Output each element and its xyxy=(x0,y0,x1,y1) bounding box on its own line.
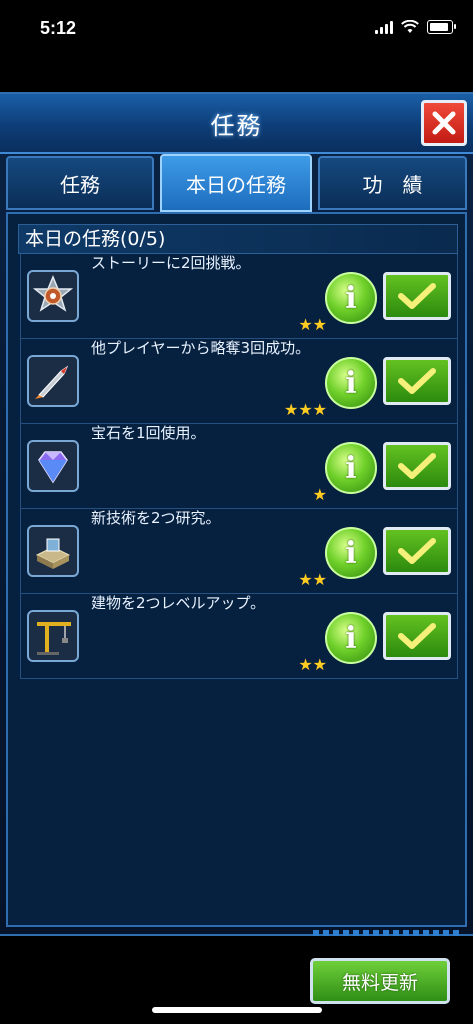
free-refresh-button[interactable]: 無料更新 xyxy=(310,958,450,1004)
mission-description: ストーリーに2回挑戦。 xyxy=(91,254,251,272)
complete-button[interactable] xyxy=(383,442,451,490)
difficulty-stars: ★★ xyxy=(298,570,327,589)
difficulty-stars: ★★★ xyxy=(283,400,327,419)
tab-missions[interactable]: 任務 xyxy=(6,156,154,210)
info-button[interactable]: i xyxy=(325,527,377,579)
gem-icon xyxy=(27,440,79,492)
mission-row: 新技術を2つ研究。 ★★ i xyxy=(20,509,458,594)
info-button[interactable]: i xyxy=(325,442,377,494)
tab-bar: 任務 本日の任務 功 績 xyxy=(0,154,473,214)
mission-description: 新技術を2つ研究。 xyxy=(91,509,221,527)
story-medal-icon xyxy=(27,270,79,322)
section-header: 本日の任務(0/5) xyxy=(18,224,458,254)
close-icon xyxy=(432,111,456,135)
tab-achievements[interactable]: 功 績 xyxy=(318,156,467,210)
difficulty-stars: ★★ xyxy=(298,315,327,334)
wifi-icon xyxy=(401,20,419,33)
checkmark-icon xyxy=(398,623,436,649)
mission-row: 宝石を1回使用。 ★ i xyxy=(20,424,458,509)
difficulty-stars: ★★ xyxy=(298,655,327,674)
tab-daily-missions[interactable]: 本日の任務 xyxy=(160,154,312,212)
mission-list: ストーリーに2回挑戦。 ★★ i 他プレイヤーから略奪3回成功。 ★★★ i 宝… xyxy=(20,254,458,679)
cellular-signal-icon xyxy=(375,20,393,34)
mission-row: ストーリーに2回挑戦。 ★★ i xyxy=(20,254,458,339)
mission-description: 他プレイヤーから略奪3回成功。 xyxy=(91,339,311,357)
complete-button[interactable] xyxy=(383,357,451,405)
decorative-stripes xyxy=(313,930,463,936)
complete-button[interactable] xyxy=(383,612,451,660)
info-button[interactable]: i xyxy=(325,272,377,324)
checkmark-icon xyxy=(398,368,436,394)
info-button[interactable]: i xyxy=(325,612,377,664)
complete-button[interactable] xyxy=(383,527,451,575)
status-icons xyxy=(375,20,456,34)
checkmark-icon xyxy=(398,283,436,309)
dialog-titlebar: 任務 xyxy=(0,94,473,154)
difficulty-stars: ★ xyxy=(312,485,327,504)
close-button[interactable] xyxy=(421,100,467,146)
daily-missions-panel: 本日の任務(0/5) ストーリーに2回挑戦。 ★★ i 他プレイヤーから略奪3回… xyxy=(6,212,467,1004)
checkmark-icon xyxy=(398,538,436,564)
battery-icon xyxy=(427,20,456,34)
mission-row: 他プレイヤーから略奪3回成功。 ★★★ i xyxy=(20,339,458,424)
checkmark-icon xyxy=(398,453,436,479)
missions-dialog: 任務 任務 本日の任務 功 績 本日の任務(0/5) ストーリーに2回挑戦。 ★… xyxy=(0,92,473,1004)
mission-description: 建物を2つレベルアップ。 xyxy=(91,594,266,612)
dialog-title: 任務 xyxy=(210,112,263,140)
status-time: 5:12 xyxy=(40,18,77,38)
crane-icon xyxy=(27,610,79,662)
status-bar: 5:12 xyxy=(0,0,473,58)
research-building-icon xyxy=(27,525,79,577)
missile-icon xyxy=(27,355,79,407)
complete-button[interactable] xyxy=(383,272,451,320)
home-indicator[interactable] xyxy=(152,1007,322,1013)
mission-description: 宝石を1回使用。 xyxy=(91,424,206,442)
mission-row: 建物を2つレベルアップ。 ★★ i xyxy=(20,594,458,679)
info-button[interactable]: i xyxy=(325,357,377,409)
